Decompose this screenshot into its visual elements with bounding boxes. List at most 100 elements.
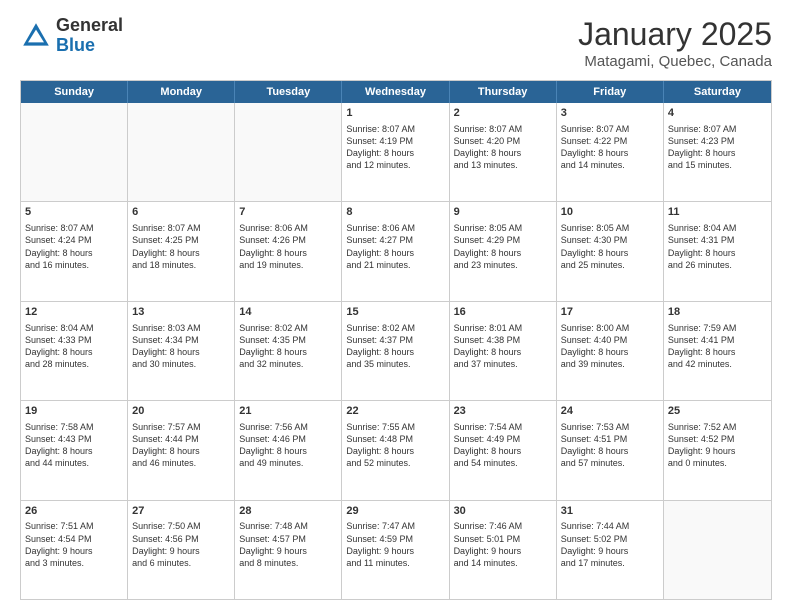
cell-info-line: Daylight: 8 hours [454,247,552,259]
cell-info-line: and 18 minutes. [132,259,230,271]
cell-info-line: Sunrise: 7:58 AM [25,421,123,433]
cell-info-line: Sunrise: 7:50 AM [132,520,230,532]
day-cell-2: 2Sunrise: 8:07 AMSunset: 4:20 PMDaylight… [450,103,557,201]
day-number: 1 [346,106,444,121]
cell-info-line: Daylight: 8 hours [668,346,767,358]
cell-info-line: Sunset: 4:57 PM [239,533,337,545]
cell-info-line: Sunrise: 8:07 AM [132,222,230,234]
cell-info-line: Daylight: 8 hours [239,346,337,358]
cell-info-line: Sunrise: 8:06 AM [346,222,444,234]
cell-info-line: Sunrise: 8:01 AM [454,322,552,334]
cell-info-line: Sunrise: 8:07 AM [668,123,767,135]
day-number: 12 [25,305,123,320]
cell-info-line: and 52 minutes. [346,457,444,469]
cell-info-line: Sunrise: 8:07 AM [454,123,552,135]
calendar-row-0: 1 Sunrise: 8:07 AM Sunset: 4:19 PM Daylight… [21,103,771,201]
day-number: 25 [668,404,767,419]
cell-info-line: and 11 minutes. [346,557,444,569]
cell-info-line: and 25 minutes. [561,259,659,271]
cell-info-line: and 46 minutes. [132,457,230,469]
cell-info-line: Sunset: 4:56 PM [132,533,230,545]
cell-info-line: Daylight: 9 hours [239,545,337,557]
cell-info-line: Sunrise: 7:54 AM [454,421,552,433]
day-number: 21 [239,404,337,419]
cell-info-line: and 13 minutes. [454,159,552,171]
cell-info-line: Daylight: 8 hours [239,247,337,259]
cell-info-line: and 39 minutes. [561,358,659,370]
cell-info-line: Daylight: 9 hours [668,445,767,457]
day-cell-25: 25Sunrise: 7:52 AMSunset: 4:52 PMDayligh… [664,401,771,499]
cell-info-line: Sunrise: 7:48 AM [239,520,337,532]
empty-cell-0-2 [235,103,342,201]
cell-info-line: Sunrise: 8:04 AM [25,322,123,334]
cell-info-line: Daylight: 8 hours [346,445,444,457]
day-number: 27 [132,504,230,519]
cell-info-line: and 19 minutes. [239,259,337,271]
header: General Blue January 2025 Matagami, Queb… [20,16,772,70]
cell-info-line: Daylight: 8 hours [346,346,444,358]
cell-info-line: Daylight: 8 hours [561,147,659,159]
cell-info-line: Daylight: 8 hours [132,346,230,358]
logo-blue: Blue [56,35,95,55]
cell-info-line: Sunrise: 8:00 AM [561,322,659,334]
cell-info-line: and 14 minutes. [561,159,659,171]
cell-info-line: Daylight: 8 hours [25,445,123,457]
cell-info-line: Daylight: 9 hours [561,545,659,557]
cell-info-line: Sunrise: 8:04 AM [668,222,767,234]
cell-info-line: Sunset: 4:40 PM [561,334,659,346]
weekday-header-friday: Friday [557,81,664,103]
cell-info-line: Sunrise: 8:03 AM [132,322,230,334]
cell-info-line: Sunrise: 8:07 AM [25,222,123,234]
day-number: 29 [346,504,444,519]
cell-info-line: Sunset: 4:59 PM [346,533,444,545]
cell-info-line: Sunrise: 7:59 AM [668,322,767,334]
cell-info-line: Daylight: 8 hours [561,445,659,457]
cell-info-line: and 8 minutes. [239,557,337,569]
cell-info-line: Daylight: 8 hours [132,445,230,457]
day-cell-1: 1Sunrise: 8:07 AMSunset: 4:19 PMDaylight… [342,103,449,201]
cell-info-line: Sunrise: 8:02 AM [239,322,337,334]
cell-info-line: Daylight: 8 hours [239,445,337,457]
cell-info-line: Daylight: 8 hours [454,346,552,358]
cell-info-line: Daylight: 9 hours [132,545,230,557]
weekday-header-wednesday: Wednesday [342,81,449,103]
cell-info-line: Sunset: 4:35 PM [239,334,337,346]
cell-info-line: Sunrise: 8:07 AM [561,123,659,135]
cell-info-line: Sunrise: 7:47 AM [346,520,444,532]
cell-info-line: Sunset: 4:19 PM [346,135,444,147]
cell-info-line: and 32 minutes. [239,358,337,370]
cell-info-line: Daylight: 8 hours [561,247,659,259]
cell-info-line: Sunrise: 8:05 AM [561,222,659,234]
day-number: 10 [561,205,659,220]
cell-info-line: Sunrise: 8:02 AM [346,322,444,334]
page: General Blue January 2025 Matagami, Queb… [0,0,792,612]
cell-info-line: Sunset: 4:20 PM [454,135,552,147]
logo-general: General [56,15,123,35]
month-title: January 2025 [578,16,772,53]
day-number: 19 [25,404,123,419]
day-number: 31 [561,504,659,519]
day-number: 6 [132,205,230,220]
day-number: 20 [132,404,230,419]
day-number: 22 [346,404,444,419]
calendar-row-3: 19Sunrise: 7:58 AMSunset: 4:43 PMDayligh… [21,400,771,499]
cell-info-line: Daylight: 8 hours [668,247,767,259]
calendar: SundayMondayTuesdayWednesdayThursdayFrid… [20,80,772,600]
day-number: 11 [668,205,767,220]
day-cell-20: 20Sunrise: 7:57 AMSunset: 4:44 PMDayligh… [128,401,235,499]
day-cell-10: 10Sunrise: 8:05 AMSunset: 4:30 PMDayligh… [557,202,664,300]
cell-info-line: Sunset: 4:29 PM [454,234,552,246]
day-cell-22: 22Sunrise: 7:55 AMSunset: 4:48 PMDayligh… [342,401,449,499]
day-cell-16: 16Sunrise: 8:01 AMSunset: 4:38 PMDayligh… [450,302,557,400]
day-cell-5: 5Sunrise: 8:07 AMSunset: 4:24 PMDaylight… [21,202,128,300]
title-block: January 2025 Matagami, Quebec, Canada [578,16,772,70]
logo: General Blue [20,16,123,56]
cell-info-line: Sunset: 4:33 PM [25,334,123,346]
cell-info-line: Sunset: 4:23 PM [668,135,767,147]
day-number: 8 [346,205,444,220]
day-cell-9: 9Sunrise: 8:05 AMSunset: 4:29 PMDaylight… [450,202,557,300]
cell-info-line: Sunrise: 7:46 AM [454,520,552,532]
weekday-header-monday: Monday [128,81,235,103]
cell-info-line: Sunrise: 7:44 AM [561,520,659,532]
cell-info-line: Sunset: 5:01 PM [454,533,552,545]
